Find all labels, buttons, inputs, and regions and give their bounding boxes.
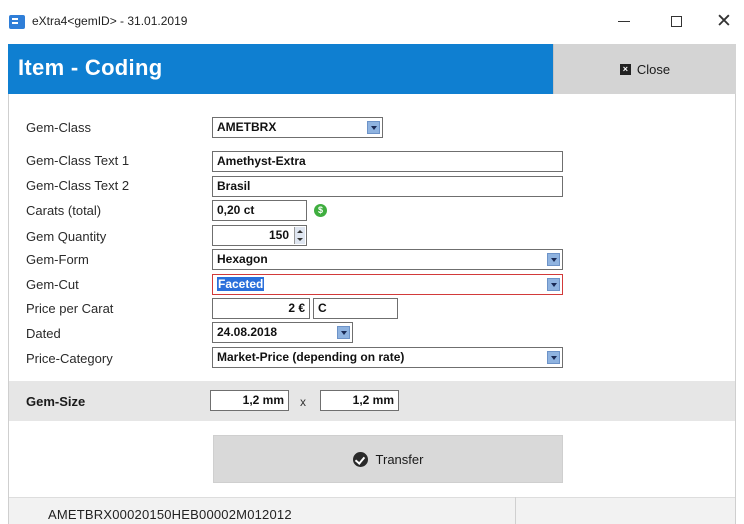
window-titlebar: eXtra4<gemID> - 31.01.2019 ✕ [0, 0, 744, 44]
gem-size-width-value: 1,2 mm [242, 393, 284, 407]
gem-class-select[interactable]: AMETBRX [212, 117, 383, 138]
price-category-value: Market-Price (depending on rate) [217, 350, 405, 364]
gem-class-text2-value: Brasil [217, 179, 251, 193]
close-icon: × [619, 63, 631, 75]
carats-value: 0,20 ct [217, 203, 255, 217]
gem-size-height-value: 1,2 mm [352, 393, 394, 407]
price-per-carat-label: Price per Carat [26, 301, 114, 316]
gem-class-text1-input[interactable]: Amethyst-Extra [212, 151, 563, 172]
page-header: Item - Coding [8, 44, 553, 94]
price-per-carat-value: 2 € [288, 301, 305, 315]
frame-border-left [8, 94, 9, 524]
maximize-button[interactable] [664, 10, 688, 32]
minimize-icon [618, 20, 630, 22]
page-title: Item - Coding [18, 55, 163, 80]
check-icon [352, 451, 368, 467]
price-category-select[interactable]: Market-Price (depending on rate) [212, 347, 563, 368]
gem-size-width-input[interactable]: 1,2 mm [210, 390, 289, 411]
status-code: AMETBRX00020150HEB00002M012012 [48, 507, 292, 522]
chevron-down-icon[interactable] [547, 253, 560, 266]
app-icon [9, 15, 25, 29]
window-close-icon: ✕ [716, 10, 732, 32]
gem-class-value: AMETBRX [217, 120, 277, 134]
gem-class-label: Gem-Class [26, 120, 92, 135]
status-divider [515, 497, 516, 524]
gem-form-value: Hexagon [217, 252, 268, 266]
transfer-button[interactable]: Transfer [213, 435, 563, 483]
transfer-button-label: Transfer [375, 451, 424, 467]
dated-select[interactable]: 24.08.2018 [212, 322, 353, 343]
dollar-icon[interactable]: $ [314, 204, 327, 217]
gem-quantity-value: 150 [268, 228, 289, 242]
window-close-button[interactable]: ✕ [712, 10, 736, 32]
carats-input[interactable]: 0,20 ct [212, 200, 307, 221]
gem-class-text2-label: Gem-Class Text 2 [26, 178, 130, 193]
currency-code-input[interactable]: C [313, 298, 398, 319]
gem-size-label: Gem-Size [26, 394, 86, 409]
window-title: eXtra4<gemID> - 31.01.2019 [32, 14, 188, 28]
close-button-label: Close [636, 61, 671, 77]
gem-quantity-stepper[interactable]: 150 [212, 225, 307, 246]
gem-cut-label: Gem-Cut [26, 277, 79, 292]
maximize-icon [670, 15, 682, 27]
gem-quantity-label: Gem Quantity [26, 229, 107, 244]
gem-cut-value: Faceted [217, 277, 265, 291]
frame-border-right [735, 94, 736, 524]
currency-code-value: C [318, 301, 327, 315]
chevron-down-icon[interactable] [547, 351, 560, 364]
gem-class-text1-value: Amethyst-Extra [217, 154, 306, 168]
gem-class-text2-input[interactable]: Brasil [212, 176, 563, 197]
dated-label: Dated [26, 326, 61, 341]
price-category-label: Price-Category [26, 351, 113, 366]
dated-value: 24.08.2018 [217, 325, 278, 339]
gem-form-label: Gem-Form [26, 252, 89, 267]
gem-cut-select[interactable]: Faceted [212, 274, 563, 295]
close-button[interactable]: × Close [553, 44, 736, 94]
chevron-down-icon[interactable] [547, 278, 560, 291]
carats-label: Carats (total) [26, 203, 102, 218]
gem-class-text1-label: Gem-Class Text 1 [26, 153, 130, 168]
chevron-down-icon[interactable] [337, 326, 350, 339]
gem-size-height-input[interactable]: 1,2 mm [320, 390, 399, 411]
gem-size-separator: x [300, 395, 306, 409]
chevron-down-icon[interactable] [367, 121, 380, 134]
stepper-arrows-icon[interactable] [294, 227, 305, 244]
minimize-button[interactable] [612, 10, 636, 32]
price-per-carat-input[interactable]: 2 € [212, 298, 310, 319]
gem-form-select[interactable]: Hexagon [212, 249, 563, 270]
